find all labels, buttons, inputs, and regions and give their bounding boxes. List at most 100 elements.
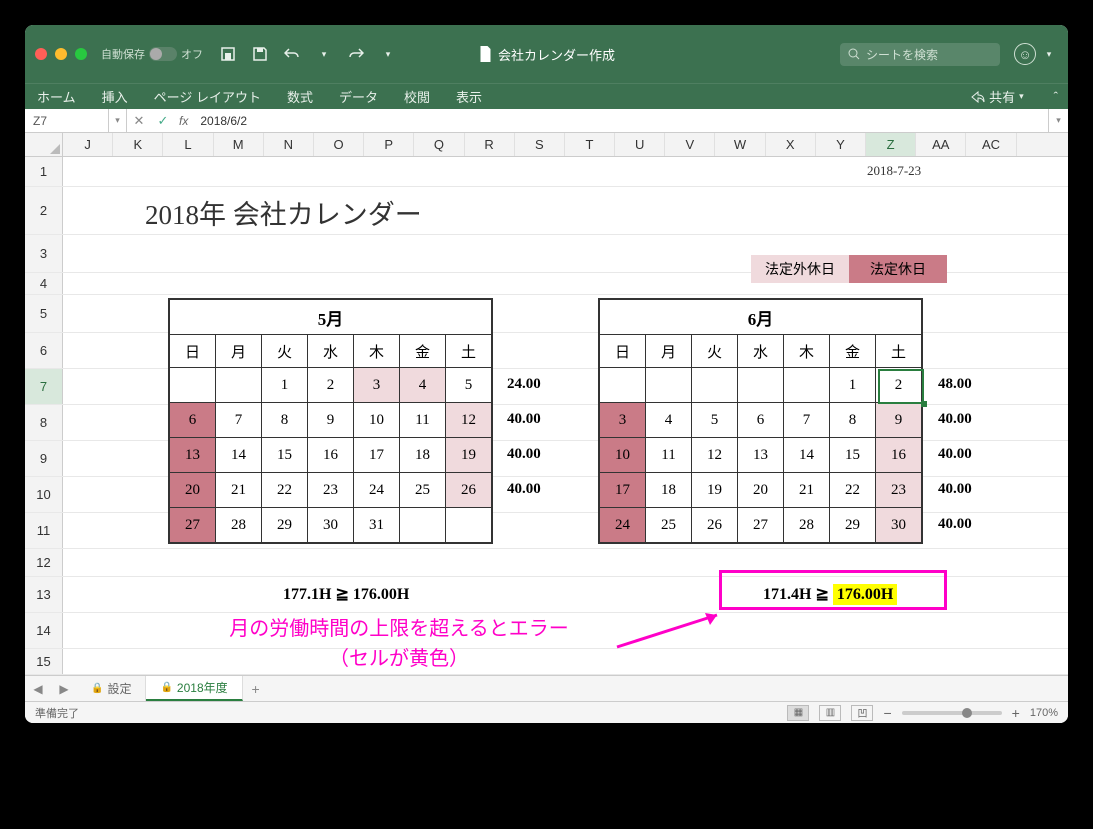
calendar-cell[interactable]: 1 xyxy=(262,368,308,403)
calendar-cell[interactable]: 16 xyxy=(308,438,354,473)
row-header-4[interactable]: 4 xyxy=(25,273,63,294)
col-header-X[interactable]: X xyxy=(766,133,816,156)
tab-page-layout[interactable]: ページ レイアウト xyxy=(152,85,263,108)
col-header-Z[interactable]: Z xyxy=(866,133,916,156)
calendar-cell[interactable]: 15 xyxy=(830,438,876,473)
calendar-cell[interactable] xyxy=(738,368,784,403)
row-header-2[interactable]: 2 xyxy=(25,187,63,234)
row-header-1[interactable]: 1 xyxy=(25,157,63,186)
calendar-cell[interactable]: 21 xyxy=(784,473,830,508)
view-page-layout-button[interactable]: ▥ xyxy=(819,705,841,721)
undo-icon[interactable] xyxy=(283,45,301,63)
calendar-cell[interactable]: 24 xyxy=(354,473,400,508)
calendar-cell[interactable]: 23 xyxy=(308,473,354,508)
sheet-nav-prev[interactable]: ◀ xyxy=(25,682,51,696)
row-header-11[interactable]: 11 xyxy=(25,513,63,548)
calendar-cell[interactable]: 5 xyxy=(692,403,738,438)
calendar-cell[interactable]: 25 xyxy=(400,473,446,508)
col-header-V[interactable]: V xyxy=(665,133,715,156)
calendar-cell[interactable]: 27 xyxy=(170,508,216,543)
formula-input[interactable]: 2018/6/2 xyxy=(192,114,1048,128)
row-header-10[interactable]: 10 xyxy=(25,477,63,512)
calendar-cell[interactable]: 19 xyxy=(446,438,492,473)
calendar-cell[interactable] xyxy=(600,368,646,403)
calendar-cell[interactable]: 8 xyxy=(262,403,308,438)
add-sheet-button[interactable]: + xyxy=(243,681,269,697)
calendar-cell[interactable]: 22 xyxy=(262,473,308,508)
col-header-Y[interactable]: Y xyxy=(816,133,866,156)
col-header-J[interactable]: J xyxy=(63,133,113,156)
calendar-cell[interactable]: 22 xyxy=(830,473,876,508)
calendar-cell[interactable] xyxy=(400,508,446,543)
row-header-15[interactable]: 15 xyxy=(25,649,63,674)
search-input[interactable]: シートを検索 xyxy=(840,43,1000,66)
minimize-window-button[interactable] xyxy=(55,48,67,60)
calendar-cell[interactable]: 4 xyxy=(646,403,692,438)
name-box[interactable]: Z7 xyxy=(25,109,109,132)
calendar-cell[interactable]: 29 xyxy=(830,508,876,543)
sheet-tab-settings[interactable]: 🔒設定 xyxy=(77,676,146,701)
tab-insert[interactable]: 挿入 xyxy=(100,85,130,108)
tab-review[interactable]: 校閲 xyxy=(402,85,432,108)
calendar-cell[interactable]: 28 xyxy=(216,508,262,543)
calendar-cell[interactable] xyxy=(784,368,830,403)
user-account-button[interactable]: ☺ xyxy=(1014,43,1036,65)
col-header-W[interactable]: W xyxy=(715,133,765,156)
col-header-L[interactable]: L xyxy=(163,133,213,156)
save-icon[interactable] xyxy=(251,45,269,63)
col-header-AA[interactable]: AA xyxy=(916,133,966,156)
calendar-cell[interactable]: 4 xyxy=(400,368,446,403)
expand-formula-bar[interactable]: ▾ xyxy=(1048,109,1068,132)
calendar-cell[interactable]: 7 xyxy=(784,403,830,438)
view-normal-button[interactable]: ▦ xyxy=(787,705,809,721)
calendar-cell[interactable]: 18 xyxy=(646,473,692,508)
zoom-out-button[interactable]: − xyxy=(883,705,891,721)
tab-home[interactable]: ホーム xyxy=(35,85,78,108)
calendar-cell[interactable]: 10 xyxy=(354,403,400,438)
row-header-9[interactable]: 9 xyxy=(25,441,63,476)
calendar-cell[interactable]: 10 xyxy=(600,438,646,473)
close-window-button[interactable] xyxy=(35,48,47,60)
calendar-cell[interactable]: 3 xyxy=(600,403,646,438)
home-icon[interactable] xyxy=(219,45,237,63)
calendar-cell[interactable]: 24 xyxy=(600,508,646,543)
undo-dropdown[interactable]: ▾ xyxy=(315,45,333,63)
calendar-cell[interactable]: 20 xyxy=(170,473,216,508)
confirm-formula-button[interactable]: ✓ xyxy=(151,109,175,132)
col-header-T[interactable]: T xyxy=(565,133,615,156)
calendar-cell[interactable]: 11 xyxy=(400,403,446,438)
maximize-window-button[interactable] xyxy=(75,48,87,60)
calendar-cell[interactable]: 29 xyxy=(262,508,308,543)
col-header-AC[interactable]: AC xyxy=(966,133,1016,156)
fill-handle[interactable] xyxy=(921,401,927,407)
calendar-cell[interactable]: 30 xyxy=(308,508,354,543)
calendar-cell[interactable]: 11 xyxy=(646,438,692,473)
calendar-cell[interactable]: 20 xyxy=(738,473,784,508)
calendar-cell[interactable]: 12 xyxy=(446,403,492,438)
calendar-cell[interactable]: 13 xyxy=(738,438,784,473)
col-header-S[interactable]: S xyxy=(515,133,565,156)
col-header-K[interactable]: K xyxy=(113,133,163,156)
calendar-cell[interactable]: 3 xyxy=(354,368,400,403)
ribbon-collapse-button[interactable]: ˆ xyxy=(1054,89,1058,104)
col-header-M[interactable]: M xyxy=(214,133,264,156)
sheet-nav-next[interactable]: ▶ xyxy=(51,682,77,696)
calendar-cell[interactable]: 14 xyxy=(784,438,830,473)
calendar-cell[interactable]: 19 xyxy=(692,473,738,508)
redo-icon[interactable] xyxy=(347,45,365,63)
cancel-formula-button[interactable]: ✕ xyxy=(127,109,151,132)
calendar-cell[interactable]: 26 xyxy=(692,508,738,543)
calendar-cell[interactable]: 7 xyxy=(216,403,262,438)
calendar-cell[interactable]: 5 xyxy=(446,368,492,403)
calendar-cell[interactable]: 30 xyxy=(876,508,922,543)
zoom-slider[interactable] xyxy=(902,711,1002,715)
user-dropdown[interactable]: ▾ xyxy=(1040,45,1058,63)
col-header-O[interactable]: O xyxy=(314,133,364,156)
calendar-cell[interactable]: 8 xyxy=(830,403,876,438)
calendar-cell[interactable]: 15 xyxy=(262,438,308,473)
calendar-cell[interactable]: 31 xyxy=(354,508,400,543)
calendar-cell[interactable] xyxy=(216,368,262,403)
calendar-cell[interactable] xyxy=(646,368,692,403)
redo-dropdown[interactable]: ▾ xyxy=(379,45,397,63)
row-header-14[interactable]: 14 xyxy=(25,613,63,648)
